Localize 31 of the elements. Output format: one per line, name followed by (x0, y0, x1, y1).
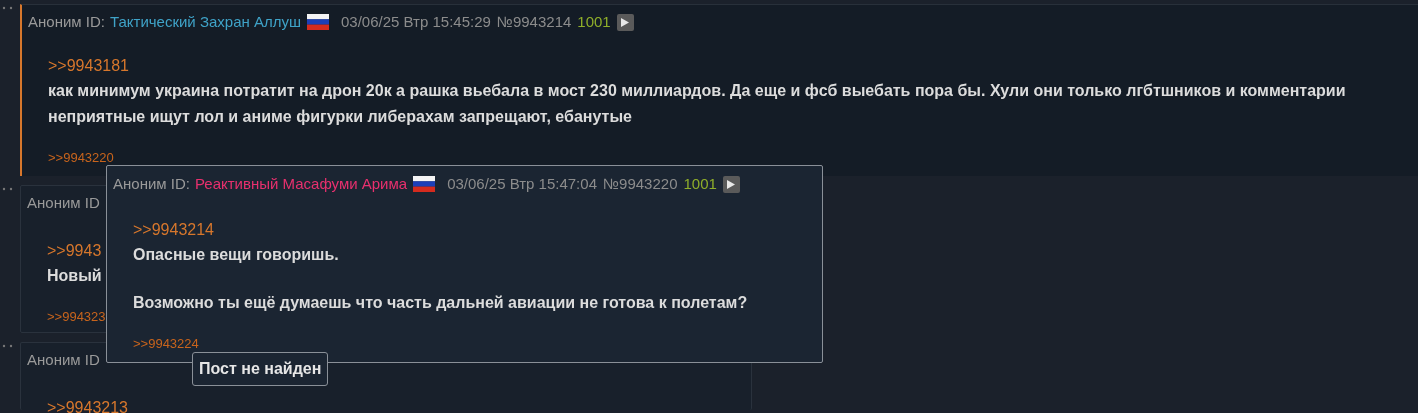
play-icon (621, 17, 630, 27)
author-label: Аноним ID: (113, 174, 190, 194)
post-count: 1001 (683, 174, 717, 194)
post-date: 03/06/25 Втр 15:45:29 (341, 12, 491, 32)
drag-handle-icon[interactable] (2, 6, 14, 10)
post-text: как минимум украина потратит на дрон 20к а рашка вьебала в мост 230 миллиардов. Да еще и фсб выебать пора бы. Хули они только лгбтшников и комментарии неприятные ищут лол и аниме фигурки либерахам запрещают, ебанутые (48, 80, 1347, 127)
tooltip: Пост не найден (192, 352, 329, 386)
post-date: 03/06/25 Втр 15:47:04 (447, 174, 597, 194)
reply-link[interactable]: >>9943224 (133, 333, 199, 353)
reply-link[interactable]: >>9943220 (48, 147, 114, 167)
play-button[interactable] (722, 175, 740, 193)
quote-link[interactable]: >>9943181 (48, 53, 1418, 78)
drag-handle-icon[interactable] (2, 344, 14, 348)
post-number[interactable]: №9943220 (603, 173, 678, 196)
post-number[interactable]: №9943214 (496, 11, 572, 34)
post-text: Возможно ты ещё думаешь что часть дальней авиации не готова к полетам? (133, 292, 749, 313)
play-icon (727, 179, 736, 189)
drag-handle-icon[interactable] (2, 187, 14, 191)
play-button[interactable] (616, 13, 634, 31)
flag-icon (413, 176, 436, 193)
post-text: Опасные вещи говоришь. (133, 244, 340, 265)
quote-link[interactable]: >>9943214 (133, 217, 822, 242)
author-label: Аноним ID: (28, 12, 105, 32)
author-label: Аноним ID (27, 350, 100, 370)
flag-icon (307, 14, 329, 31)
post-text: Новый (47, 265, 103, 286)
poster-name: Реактивный Масафуми Арима (194, 174, 408, 194)
post-count: 1001 (577, 12, 611, 32)
poster-name: Тактический Захран Аллуш (109, 12, 301, 32)
author-label: Аноним ID (27, 193, 100, 213)
quote-link[interactable]: >>9943213 (47, 395, 751, 413)
